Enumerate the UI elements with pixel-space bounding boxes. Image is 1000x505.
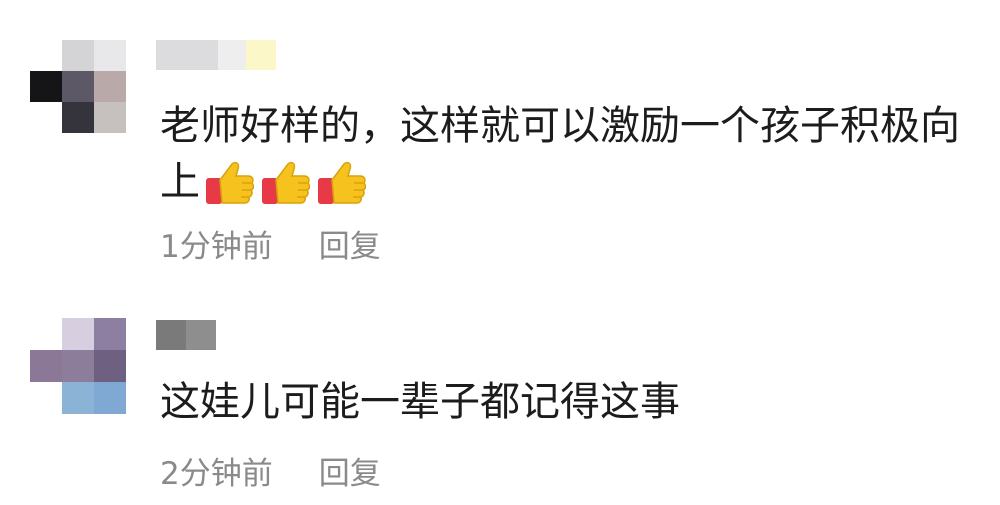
- avatar[interactable]: [30, 40, 126, 134]
- avatar-tile: [30, 102, 62, 133]
- comment-text-content: 这娃儿可能一辈子都记得这事: [160, 379, 680, 425]
- avatar-tile: [62, 318, 94, 350]
- thumbs-up-icon: [318, 161, 367, 204]
- thumbs-up-icon: [262, 161, 311, 204]
- comment-timestamp: 1分钟前: [160, 229, 273, 265]
- reply-button[interactable]: 回复: [319, 448, 381, 493]
- avatar-tile: [62, 102, 94, 133]
- avatar[interactable]: [30, 318, 126, 414]
- avatar-tile: [62, 350, 94, 382]
- avatar-tile: [30, 40, 62, 71]
- avatar-tile: [30, 71, 62, 102]
- comment-item: 老师好样的，这样就可以激励一个孩子积极向上 1分钟前 回复: [0, 0, 1000, 290]
- comment-text: 这娃儿可能一辈子都记得这事: [160, 374, 980, 430]
- avatar-tile: [30, 382, 62, 414]
- comment-meta: 1分钟前 回复: [160, 221, 381, 266]
- comment-timestamp: 2分钟前: [160, 456, 273, 492]
- comment-meta: 2分钟前 回复: [160, 448, 381, 493]
- avatar-tile: [94, 350, 126, 382]
- thumbs-up-icon: [206, 161, 255, 204]
- username-block: [186, 320, 216, 350]
- avatar-tile: [94, 40, 126, 71]
- username-pixelated[interactable]: [156, 40, 276, 70]
- avatar-tile: [30, 350, 62, 382]
- avatar-tile: [94, 102, 126, 133]
- reply-button[interactable]: 回复: [319, 221, 381, 266]
- avatar-tile: [62, 71, 94, 102]
- avatar-tile: [62, 382, 94, 414]
- username-block: [156, 320, 186, 350]
- username-block: [246, 40, 276, 70]
- avatar-tile: [62, 40, 94, 71]
- comment-item: 这娃儿可能一辈子都记得这事 2分钟前 回复: [0, 300, 1000, 505]
- emoji-row: [204, 158, 372, 210]
- comment-text: 老师好样的，这样就可以激励一个孩子积极向上: [160, 98, 980, 210]
- username-pixelated[interactable]: [156, 320, 216, 350]
- avatar-tile: [94, 71, 126, 102]
- avatar-tile: [94, 382, 126, 414]
- username-block: [218, 40, 246, 70]
- username-block: [156, 40, 218, 70]
- avatar-tile: [30, 318, 62, 350]
- avatar-tile: [94, 318, 126, 350]
